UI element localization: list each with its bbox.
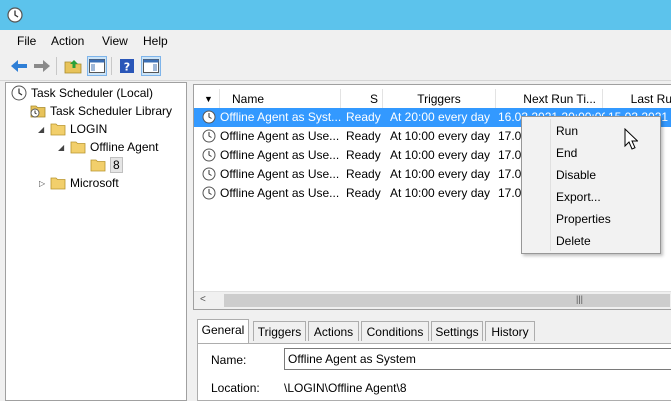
- tree-item-folder-8[interactable]: 8: [90, 156, 123, 174]
- folder-icon: [90, 159, 106, 172]
- scrollbar-thumb[interactable]: [224, 294, 670, 307]
- up-folder-button[interactable]: [63, 56, 83, 76]
- tree-item-microsoft[interactable]: Microsoft: [50, 174, 119, 192]
- column-header-status[interactable]: S: [341, 89, 383, 109]
- task-triggers: At 10:00 every day: [390, 148, 491, 162]
- list-header: ▼ Name S Triggers Next Run Ti... Last Ru: [194, 89, 671, 109]
- menu-bar: File Action View Help: [0, 30, 671, 52]
- tree-item-label: Microsoft: [70, 176, 119, 190]
- scroll-left-icon[interactable]: <: [200, 294, 206, 305]
- title-bar: [0, 0, 671, 30]
- tab-history[interactable]: History: [485, 321, 535, 341]
- tab-conditions[interactable]: Conditions: [361, 321, 429, 341]
- tree-item-label: 8: [110, 157, 123, 173]
- context-menu-export[interactable]: Export...: [556, 186, 601, 208]
- context-menu: Run End Disable Export... Properties Del…: [521, 116, 661, 254]
- context-menu-properties[interactable]: Properties: [556, 208, 611, 230]
- folder-icon: [70, 141, 86, 154]
- context-menu-end[interactable]: End: [556, 142, 577, 164]
- name-field[interactable]: Offline Agent as System: [284, 348, 671, 370]
- column-header-last-run[interactable]: Last Ru: [603, 89, 671, 109]
- task-name: Offline Agent as Use...: [220, 148, 340, 162]
- folder-icon: [50, 123, 66, 136]
- context-menu-run[interactable]: Run: [556, 120, 578, 142]
- task-icon: [202, 167, 216, 182]
- tree-item-label: LOGIN: [70, 122, 108, 136]
- back-button[interactable]: [9, 56, 29, 76]
- context-menu-disable[interactable]: Disable: [556, 164, 596, 186]
- tab-triggers[interactable]: Triggers: [253, 321, 306, 341]
- location-value: \LOGIN\Offline Agent\8: [284, 381, 407, 395]
- help-button[interactable]: ?: [117, 56, 137, 76]
- task-status: Ready: [346, 167, 381, 181]
- task-icon: [202, 110, 216, 125]
- tree-item-label: Offline Agent: [90, 140, 159, 154]
- general-panel: Name: Offline Agent as System Location: …: [197, 343, 671, 401]
- collapse-icon[interactable]: ◢: [38, 125, 44, 134]
- detail-pane: General Triggers Actions Conditions Sett…: [193, 312, 671, 401]
- task-icon: [202, 148, 216, 163]
- tab-general[interactable]: General: [197, 319, 249, 343]
- tree-item-library[interactable]: Task Scheduler Library: [30, 102, 172, 120]
- toolbar-separator: [111, 57, 112, 75]
- task-name: Offline Agent as Use...: [220, 186, 340, 200]
- svg-text:?: ?: [124, 61, 130, 74]
- folder-clock-icon: [30, 105, 46, 118]
- tab-settings[interactable]: Settings: [431, 321, 483, 341]
- horizontal-scrollbar[interactable]: < |||: [194, 291, 671, 309]
- expand-icon[interactable]: ▷: [39, 179, 45, 188]
- up-folder-icon: [64, 60, 82, 74]
- menu-action[interactable]: Action: [51, 34, 84, 48]
- task-triggers: At 10:00 every day: [390, 167, 491, 181]
- task-name: Offline Agent as Use...: [220, 167, 340, 181]
- name-label: Name:: [211, 353, 247, 367]
- column-header-name[interactable]: Name: [220, 89, 341, 109]
- menu-help[interactable]: Help: [143, 34, 168, 48]
- show-action-pane-button[interactable]: [141, 56, 161, 76]
- task-status: Ready: [346, 186, 381, 200]
- sort-down-icon: ▼: [204, 94, 213, 104]
- column-header-next-run[interactable]: Next Run Ti...: [496, 89, 603, 109]
- scrollbar-grip-icon: |||: [576, 294, 584, 304]
- action-pane-icon: [143, 59, 159, 73]
- tree-item-label: Task Scheduler (Local): [31, 86, 154, 100]
- task-triggers: At 10:00 every day: [390, 129, 491, 143]
- toolbar-separator: [56, 57, 57, 75]
- toolbar: ?: [0, 52, 671, 81]
- task-status: Ready: [346, 148, 381, 162]
- clock-icon: [7, 7, 23, 26]
- location-label: Location:: [211, 381, 260, 395]
- task-name: Offline Agent as Use...: [220, 129, 340, 143]
- mouse-cursor-icon: [624, 127, 639, 153]
- collapse-icon[interactable]: ◢: [58, 143, 64, 152]
- back-arrow-icon: [11, 60, 27, 72]
- task-triggers: At 20:00 every day: [390, 110, 491, 124]
- sort-indicator[interactable]: ▼: [194, 89, 220, 109]
- console-tree[interactable]: Task Scheduler (Local) Task Scheduler Li…: [5, 82, 187, 401]
- context-menu-gutter: [550, 119, 551, 251]
- column-header-triggers[interactable]: Triggers: [383, 89, 496, 109]
- show-console-tree-button[interactable]: [87, 56, 107, 76]
- menu-view[interactable]: View: [102, 34, 128, 48]
- task-name: Offline Agent as Syst...: [220, 110, 342, 124]
- folder-icon: [50, 177, 66, 190]
- tree-item-login[interactable]: LOGIN: [50, 120, 107, 138]
- tree-item-root[interactable]: Task Scheduler (Local): [11, 84, 153, 102]
- task-icon: [202, 186, 216, 201]
- menu-file[interactable]: File: [17, 34, 36, 48]
- task-status: Ready: [346, 110, 381, 124]
- tree-item-offline-agent[interactable]: Offline Agent: [70, 138, 159, 156]
- help-icon: ?: [120, 59, 134, 74]
- task-status: Ready: [346, 129, 381, 143]
- console-tree-icon: [89, 59, 105, 73]
- tab-actions[interactable]: Actions: [308, 321, 359, 341]
- forward-arrow-icon: [34, 60, 50, 72]
- task-icon: [202, 129, 216, 144]
- clock-icon: [11, 85, 27, 101]
- context-menu-delete[interactable]: Delete: [556, 230, 591, 252]
- task-triggers: At 10:00 every day: [390, 186, 491, 200]
- forward-button[interactable]: [32, 56, 52, 76]
- tree-item-label: Task Scheduler Library: [50, 104, 173, 118]
